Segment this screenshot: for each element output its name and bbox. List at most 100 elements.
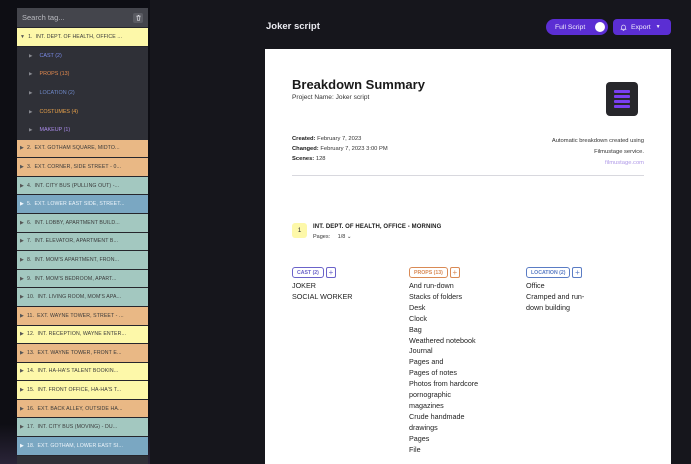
category-element: Crude handmade bbox=[409, 411, 465, 421]
scene-item[interactable]: ▶ 13. EXT. WAYNE TOWER, FRONT E... bbox=[17, 344, 148, 363]
scene-item[interactable]: ▶ 11. EXT. WAYNE TOWER, STREET - ... bbox=[17, 306, 148, 326]
scene-number: 4. bbox=[26, 182, 32, 189]
scene-item[interactable]: ▶ 9. INT. MOM'S BEDROOM, APART... bbox=[17, 269, 148, 289]
scene-label: INT. DEPT. OF HEALTH, OFFICE ... bbox=[35, 33, 122, 40]
chevron-down-icon[interactable]: ▼ bbox=[20, 34, 25, 40]
category-element: magazines bbox=[409, 400, 444, 410]
scene-item[interactable]: ▶ 6. INT. LOBBY, APARTMENT BUILD... bbox=[17, 213, 148, 233]
breakdown-document: Breakdown Summary Project Name: Joker sc… bbox=[265, 49, 671, 464]
chevron-right-icon: ▶ bbox=[29, 71, 33, 77]
scene-item[interactable]: ▶ 10. INT. LIVING ROOM, MOM'S APA... bbox=[17, 288, 148, 307]
category-column: LOCATION (2) + Office Cramped and run-down … bbox=[526, 267, 584, 314]
scene-number: 16. bbox=[26, 405, 35, 412]
changed-line: Changed: February 7, 2023 3:00 PM bbox=[292, 146, 388, 152]
tag-search-input[interactable]: Search tag... bbox=[22, 13, 133, 22]
add-icon[interactable]: + bbox=[325, 267, 336, 278]
scene-item[interactable]: ▶ 17. INT. CITY BUS (MOVING) - DU... bbox=[17, 418, 148, 438]
toggle-knob[interactable] bbox=[595, 22, 605, 32]
chevron-right-icon[interactable]: ▶ bbox=[20, 443, 24, 449]
scene-number: 17. bbox=[26, 424, 35, 431]
category-item[interactable]: ▶ PROPS (13) bbox=[17, 65, 148, 84]
pages-label: Pages: bbox=[313, 234, 331, 240]
scene-label: INT. MOM'S APARTMENT, FRON... bbox=[34, 256, 120, 263]
scene-item[interactable]: ▶ 16. EXT. BACK ALLEY, OUTSIDE HA... bbox=[17, 399, 148, 419]
category-tag[interactable]: LOCATION (2) bbox=[526, 267, 571, 278]
scene-label: INT. LOBBY, APARTMENT BUILD... bbox=[34, 219, 120, 226]
scene-number: 15. bbox=[26, 387, 35, 394]
tag-search-bar[interactable]: Search tag... bbox=[17, 8, 148, 28]
scene-item[interactable]: ▼ 1. INT. DEPT. OF HEALTH, OFFICE ... bbox=[17, 28, 148, 47]
scene-item[interactable]: ▶ 8. INT. MOM'S APARTMENT, FRON... bbox=[17, 251, 148, 270]
created-label: Created: bbox=[292, 136, 316, 142]
scene-label: EXT. BACK ALLEY, OUTSIDE HA... bbox=[37, 405, 123, 412]
auto-breakdown-note: Automatic breakdown created using Filmus… bbox=[484, 136, 644, 169]
chevron-right-icon[interactable]: ▶ bbox=[20, 183, 24, 189]
category-element: Photos from hardcore bbox=[409, 379, 479, 389]
created-line: Created: February 7, 2023 bbox=[292, 136, 361, 142]
category-element: Office bbox=[526, 281, 545, 290]
add-icon[interactable]: + bbox=[572, 267, 583, 278]
changed-value: February 7, 2023 3:00 PM bbox=[320, 146, 388, 152]
chevron-down-icon: ⌄ bbox=[346, 234, 352, 240]
chevron-right-icon[interactable]: ▶ bbox=[20, 276, 24, 282]
clear-search-button[interactable] bbox=[133, 12, 143, 23]
scene-label: INT. CITY BUS (MOVING) - DU... bbox=[37, 424, 118, 431]
scene-item[interactable]: ▶ 4. INT. CITY BUS (PULLING OUT) -... bbox=[17, 176, 148, 196]
scene-item[interactable]: ▶ 2. EXT. GOTHAM SQUARE, MIDTO... bbox=[17, 139, 148, 159]
chevron-right-icon[interactable]: ▶ bbox=[20, 313, 24, 319]
chevron-right-icon[interactable]: ▶ bbox=[20, 406, 24, 412]
scene-item[interactable]: ▶ 5. EXT. LOWER EAST SIDE, STREET... bbox=[17, 195, 148, 214]
project-name-value: Joker script bbox=[335, 94, 370, 101]
chevron-right-icon[interactable]: ▶ bbox=[20, 387, 24, 393]
chevron-right-icon[interactable]: ▶ bbox=[20, 201, 24, 207]
chevron-right-icon[interactable]: ▶ bbox=[20, 350, 24, 356]
category-element: pornographic bbox=[409, 390, 451, 400]
pages-value: 1/8 bbox=[337, 234, 346, 240]
chevron-right-icon[interactable]: ▶ bbox=[20, 294, 24, 300]
page-title: Joker script bbox=[266, 21, 320, 32]
pages-line: Pages: 1/8 ⌄ bbox=[313, 234, 351, 240]
divider bbox=[292, 175, 644, 176]
category-element: JOKER bbox=[292, 281, 316, 290]
chevron-right-icon[interactable]: ▶ bbox=[20, 238, 24, 244]
add-icon[interactable]: + bbox=[449, 267, 460, 278]
chevron-right-icon[interactable]: ▶ bbox=[20, 220, 24, 226]
chevron-right-icon[interactable]: ▶ bbox=[20, 424, 24, 430]
scene-item[interactable]: ▶ 15. INT. FRONT OFFICE, HA-HA'S T... bbox=[17, 381, 148, 400]
scene-label: INT. RECEPTION, WAYNE ENTER... bbox=[37, 331, 127, 338]
category-element: SOCIAL WORKER bbox=[292, 291, 353, 301]
category-column: CAST (2) + JOKER SOCIAL WORKER bbox=[292, 267, 352, 303]
scene-item[interactable]: ▶ 12. INT. RECEPTION, WAYNE ENTER... bbox=[17, 325, 148, 345]
chevron-right-icon[interactable]: ▶ bbox=[20, 331, 24, 337]
scene-item[interactable]: ▶ 18. EXT. GOTHAM, LOWER EAST SI... bbox=[17, 437, 148, 456]
scene-label: INT. ELEVATOR, APARTMENT B... bbox=[34, 238, 119, 245]
scene-item[interactable]: ▶ 3. EXT. CORNER, SIDE STREET - 0... bbox=[17, 158, 148, 177]
category-label: COSTUMES (4) bbox=[39, 108, 79, 115]
chevron-right-icon[interactable]: ▶ bbox=[20, 257, 24, 263]
category-element: drawings bbox=[409, 422, 438, 432]
scene-number: 7. bbox=[26, 238, 32, 245]
category-element: Cramped and run- bbox=[526, 291, 585, 301]
created-value: February 7, 2023 bbox=[317, 136, 362, 142]
scene-item[interactable]: ▶ 7. INT. ELEVATOR, APARTMENT B... bbox=[17, 232, 148, 252]
scene-number: 1. bbox=[28, 33, 33, 40]
scene-number: 10. bbox=[26, 294, 35, 301]
full-script-toggle[interactable]: Full Script bbox=[546, 19, 608, 35]
category-item[interactable]: ▶ COSTUMES (4) bbox=[17, 102, 148, 121]
chevron-right-icon[interactable]: ▶ bbox=[20, 164, 24, 170]
category-tag[interactable]: PROPS (13) bbox=[409, 267, 448, 278]
category-element: Pages and bbox=[409, 357, 444, 367]
category-item[interactable]: ▶ LOCATION (2) bbox=[17, 83, 148, 103]
filmustage-logo bbox=[606, 82, 638, 116]
category-item[interactable]: ▶ MAKEUP (1) bbox=[17, 120, 148, 140]
scene-label: INT. CITY BUS (PULLING OUT) -... bbox=[34, 182, 120, 189]
export-button[interactable]: Export ▼ bbox=[613, 19, 671, 35]
chevron-right-icon: ▶ bbox=[29, 52, 33, 58]
chevron-right-icon[interactable]: ▶ bbox=[20, 368, 24, 374]
filmustage-link[interactable]: filmustage.com bbox=[484, 158, 644, 169]
chevron-right-icon[interactable]: ▶ bbox=[20, 145, 24, 151]
pages-select[interactable]: 1/8 ⌄ bbox=[338, 234, 352, 240]
category-item[interactable]: ▶ CAST (2) bbox=[17, 46, 148, 66]
scene-item[interactable]: ▶ 14. INT. HA-HA'S TALENT BOOKIN... bbox=[17, 362, 148, 382]
category-tag[interactable]: CAST (2) bbox=[292, 267, 324, 278]
